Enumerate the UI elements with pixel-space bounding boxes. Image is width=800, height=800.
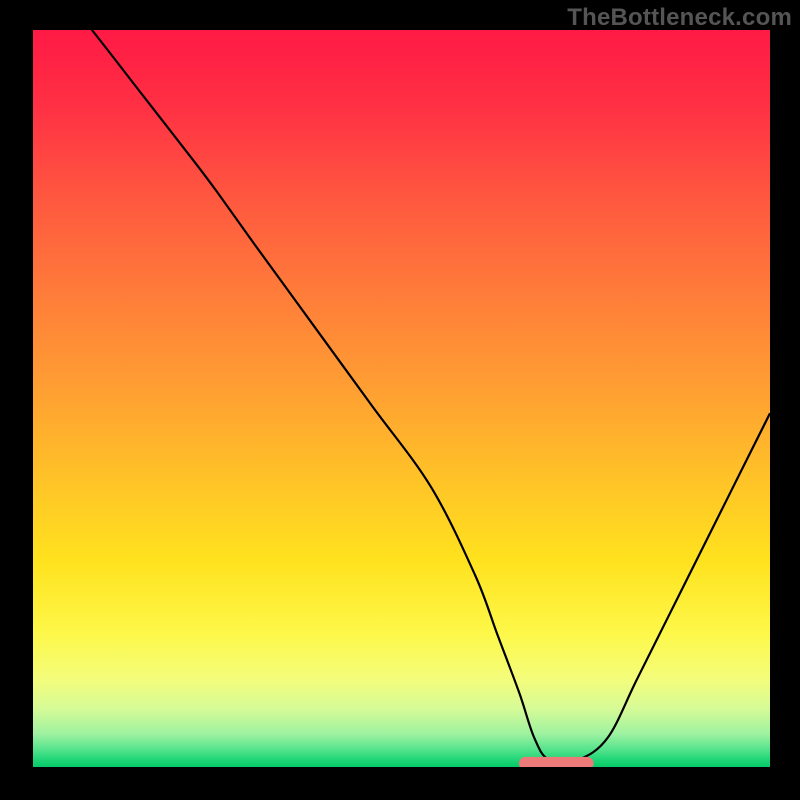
chart-container: TheBottleneck.com (0, 0, 800, 800)
axes-frame (30, 30, 770, 770)
watermark-text: TheBottleneck.com (567, 4, 792, 32)
